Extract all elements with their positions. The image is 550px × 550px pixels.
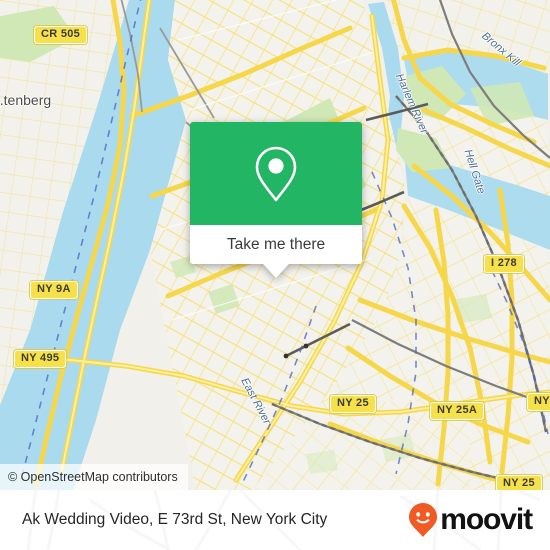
route-shield-ny-25a[interactable]: NY 25A [430, 402, 485, 420]
callout-header [190, 122, 362, 225]
route-shield-ny-9a[interactable]: NY 9A [30, 281, 78, 299]
map-screenshot: Harlem River Bronx Kill Hell Gate East R… [0, 0, 550, 550]
map-canvas[interactable]: Harlem River Bronx Kill Hell Gate East R… [0, 0, 550, 490]
moovit-wordmark: moovit [440, 503, 533, 536]
route-shield-ny-495[interactable]: NY 495 [14, 350, 67, 368]
map-pin-icon [255, 146, 297, 201]
route-shield-cr-505[interactable]: CR 505 [34, 26, 88, 44]
footer-bar: Ak Wedding Video, E 73rd St, New York Ci… [0, 490, 550, 550]
moovit-brand[interactable]: moovit [408, 502, 533, 538]
route-shield-ny-25-west[interactable]: NY 25 [330, 395, 376, 413]
map-label-guttenberg: ...tenberg [0, 92, 52, 108]
route-shield-ny-25-south[interactable]: NY 25 [496, 475, 542, 490]
location-callout-card[interactable]: Take me there [190, 122, 362, 278]
callout-pointer-tail [263, 264, 289, 278]
footer-content: Ak Wedding Video, E 73rd St, New York Ci… [0, 490, 550, 550]
location-title: Ak Wedding Video, E 73rd St, New York Ci… [22, 511, 328, 528]
moovit-smiley-pin-icon [409, 503, 438, 537]
osm-attribution[interactable]: © OpenStreetMap contributors [0, 464, 188, 490]
route-shield-ny-25-east[interactable]: NY 25 [527, 393, 550, 411]
take-me-there-label: Take me there [226, 235, 326, 253]
route-shield-i-278[interactable]: I 278 [484, 255, 524, 273]
callout-footer[interactable]: Take me there [190, 225, 362, 264]
osm-attribution-text: © OpenStreetMap contributors [8, 470, 178, 484]
